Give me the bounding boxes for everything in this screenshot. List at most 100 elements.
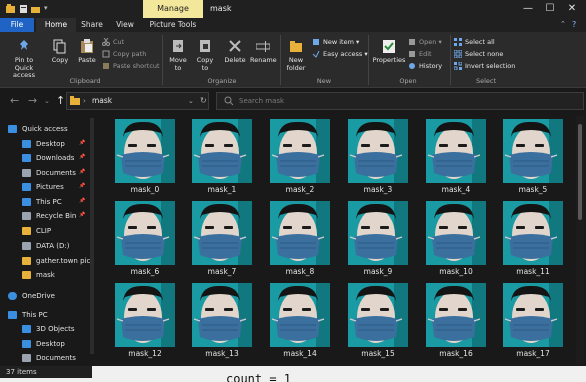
file-thumbnail[interactable] bbox=[503, 201, 563, 265]
file-name[interactable]: mask_17 bbox=[503, 349, 563, 358]
file-thumbnail[interactable] bbox=[270, 283, 330, 347]
paste-shortcut-button[interactable]: Paste shortcut bbox=[102, 60, 160, 72]
up-arrow-icon[interactable]: ↑ bbox=[56, 94, 65, 108]
tab-home[interactable]: Home bbox=[36, 18, 76, 32]
nav-item[interactable]: Desktop bbox=[22, 337, 65, 352]
paste-button[interactable]: Paste bbox=[74, 39, 100, 65]
file-thumbnail[interactable] bbox=[503, 119, 563, 183]
back-arrow-icon[interactable]: ← bbox=[10, 94, 19, 108]
file-name[interactable]: mask_6 bbox=[115, 267, 175, 276]
breadcrumb-current[interactable]: mask bbox=[92, 92, 112, 110]
new-folder-quick-icon[interactable] bbox=[31, 4, 40, 14]
copy-to-button[interactable]: Copy to bbox=[193, 39, 217, 72]
nav-item[interactable]: 3D Objects bbox=[22, 322, 75, 337]
close-button[interactable]: ✕ bbox=[562, 0, 582, 18]
file-thumbnail[interactable] bbox=[426, 201, 486, 265]
nav-item[interactable]: Recycle Bin bbox=[22, 209, 76, 224]
file-name[interactable]: mask_7 bbox=[192, 267, 252, 276]
nav-pane-scrollbar[interactable] bbox=[90, 118, 94, 354]
address-dropdown-icon[interactable]: ⌄ bbox=[188, 92, 194, 110]
move-to-button[interactable]: Move to bbox=[166, 39, 190, 72]
file-thumbnail[interactable] bbox=[192, 201, 252, 265]
open-button[interactable]: Open ▾ bbox=[408, 36, 452, 48]
file-thumbnail[interactable] bbox=[115, 119, 175, 183]
file-thumbnail[interactable] bbox=[348, 119, 408, 183]
nav-item[interactable]: mask bbox=[22, 268, 55, 283]
maximize-button[interactable]: ☐ bbox=[540, 0, 560, 18]
nav-item[interactable]: gather.town pic bbox=[22, 254, 90, 269]
nav-item[interactable]: Pictures bbox=[22, 180, 64, 195]
file-name[interactable]: mask_1 bbox=[192, 185, 252, 194]
select-none-button[interactable]: Select none bbox=[453, 48, 524, 60]
select-all-button[interactable]: Select all bbox=[454, 36, 524, 48]
file-name[interactable]: mask_9 bbox=[348, 267, 408, 276]
file-name[interactable]: mask_5 bbox=[503, 185, 563, 194]
file-name[interactable]: mask_14 bbox=[270, 349, 330, 358]
file-name[interactable]: mask_12 bbox=[115, 349, 175, 358]
file-name[interactable]: mask_16 bbox=[426, 349, 486, 358]
nav-item[interactable]: Desktop bbox=[22, 137, 65, 152]
file-thumbnail[interactable] bbox=[503, 283, 563, 347]
quick-access-dropdown-icon[interactable]: ▾ bbox=[44, 4, 48, 12]
invert-selection-button[interactable]: Invert selection bbox=[453, 60, 524, 72]
content-scrollbar-thumb[interactable] bbox=[578, 124, 582, 220]
file-thumbnail[interactable] bbox=[270, 201, 330, 265]
nav-item[interactable]: OneDrive bbox=[8, 289, 55, 304]
file-name[interactable]: mask_2 bbox=[270, 185, 330, 194]
refresh-icon[interactable]: ↻ bbox=[200, 92, 207, 110]
nav-item[interactable]: This PC bbox=[8, 308, 48, 323]
pin-to-quick-access-button[interactable]: Pin to Quick access bbox=[6, 39, 42, 80]
tab-share[interactable]: Share bbox=[78, 18, 106, 32]
file-name[interactable]: mask_15 bbox=[348, 349, 408, 358]
cut-button[interactable]: Cut bbox=[102, 36, 160, 48]
file-thumbnail[interactable] bbox=[115, 201, 175, 265]
nav-item-label: Documents bbox=[36, 354, 76, 362]
file-name[interactable]: mask_13 bbox=[192, 349, 252, 358]
help-icon[interactable]: ? bbox=[572, 20, 576, 29]
properties-button[interactable]: Properties bbox=[372, 39, 406, 65]
face-mask-image bbox=[115, 119, 175, 183]
file-thumbnail[interactable] bbox=[192, 119, 252, 183]
properties-quick-icon[interactable] bbox=[19, 4, 28, 14]
file-thumbnail[interactable] bbox=[348, 283, 408, 347]
ribbon-collapse-icon[interactable]: ⌃ bbox=[560, 20, 566, 28]
file-thumbnail[interactable] bbox=[192, 283, 252, 347]
delete-button[interactable]: Delete bbox=[222, 39, 248, 65]
file-thumbnail[interactable] bbox=[426, 119, 486, 183]
file-name[interactable]: mask_10 bbox=[426, 267, 486, 276]
file-thumbnail[interactable] bbox=[270, 119, 330, 183]
nav-item[interactable]: Documents bbox=[22, 351, 76, 366]
folder-icon bbox=[22, 227, 31, 235]
nav-item[interactable]: CLIP bbox=[22, 224, 51, 239]
new-folder-button[interactable]: New folder bbox=[284, 39, 308, 72]
file-name[interactable]: mask_3 bbox=[348, 185, 408, 194]
tab-view[interactable]: View bbox=[110, 18, 140, 32]
file-thumbnail[interactable] bbox=[115, 283, 175, 347]
file-name[interactable]: mask_11 bbox=[503, 267, 563, 276]
tab-file[interactable]: File bbox=[0, 18, 34, 32]
file-name[interactable]: mask_4 bbox=[426, 185, 486, 194]
file-thumbnail[interactable] bbox=[348, 201, 408, 265]
nav-item[interactable]: This PC bbox=[22, 195, 62, 210]
copy-path-icon bbox=[102, 50, 110, 58]
manage-context-tab[interactable]: Manage bbox=[143, 0, 203, 18]
recent-locations-icon[interactable]: ⌄ bbox=[44, 94, 50, 108]
copy-path-button[interactable]: Copy path bbox=[102, 48, 160, 60]
breadcrumb-chevron-icon[interactable]: › bbox=[83, 92, 86, 110]
minimize-button[interactable]: — bbox=[518, 0, 538, 18]
file-name[interactable]: mask_0 bbox=[115, 185, 175, 194]
forward-arrow-icon[interactable]: → bbox=[28, 94, 37, 108]
copy-button[interactable]: Copy bbox=[48, 39, 72, 65]
nav-item[interactable]: Quick access bbox=[8, 122, 68, 137]
file-thumbnail[interactable] bbox=[426, 283, 486, 347]
easy-access-button[interactable]: Easy access ▾ bbox=[312, 48, 370, 60]
nav-item[interactable]: DATA (D:) bbox=[22, 239, 69, 254]
nav-item[interactable]: Documents bbox=[22, 166, 76, 181]
nav-item[interactable]: Downloads bbox=[22, 151, 74, 166]
file-name[interactable]: mask_8 bbox=[270, 267, 330, 276]
history-button[interactable]: History bbox=[408, 60, 452, 72]
rename-button[interactable]: Rename bbox=[250, 39, 277, 65]
new-item-button[interactable]: New item ▾ bbox=[312, 36, 370, 48]
tab-picture-tools[interactable]: Picture Tools bbox=[143, 18, 203, 32]
edit-button[interactable]: Edit bbox=[408, 48, 452, 60]
